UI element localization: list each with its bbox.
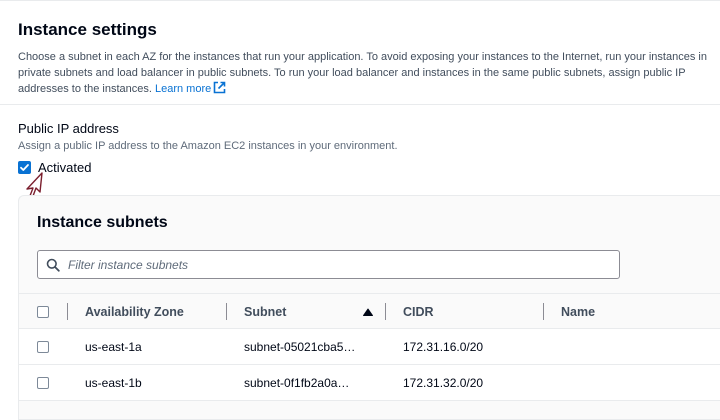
learn-more-label: Learn more	[154, 83, 212, 95]
select-all-cell	[37, 294, 49, 330]
instance-settings-panel: Instance settings Choose a subnet in eac…	[0, 0, 720, 420]
learn-more-link[interactable]: Learn more	[154, 81, 226, 95]
row-select-cell	[37, 365, 49, 401]
column-header-availability-zone[interactable]: Availability Zone	[85, 294, 184, 330]
column-header-name[interactable]: Name	[561, 294, 595, 330]
column-divider[interactable]	[543, 303, 544, 320]
section-header: Instance settings Choose a subnet in eac…	[0, 1, 720, 105]
select-all-checkbox[interactable]	[37, 306, 49, 318]
instance-subnets-container: Instance subnets Availability Zone Subne…	[18, 195, 720, 420]
subnets-table: Availability Zone Subnet CIDR Name us-ea…	[19, 293, 720, 401]
section-title: Instance settings	[18, 20, 157, 39]
column-divider[interactable]	[67, 303, 68, 320]
search-icon	[46, 258, 60, 272]
sort-ascending-icon[interactable]	[362, 306, 374, 318]
cell-cidr: 172.31.32.0/20	[403, 376, 484, 390]
table-header-row: Availability Zone Subnet CIDR Name	[19, 293, 720, 329]
filter-subnets-field[interactable]	[37, 250, 620, 279]
column-header-subnet[interactable]: Subnet	[244, 294, 286, 330]
table-row[interactable]: us-east-1b subnet-0f1fb2a0a… 172.31.32.0…	[19, 365, 720, 401]
external-link-icon	[213, 81, 226, 100]
cell-availability-zone: us-east-1a	[85, 340, 142, 354]
filter-subnets-input[interactable]	[66, 256, 586, 273]
cell-subnet: subnet-05021cba5…	[244, 340, 356, 354]
section-description: Choose a subnet in each AZ for the insta…	[18, 50, 708, 100]
row-checkbox[interactable]	[37, 341, 49, 353]
row-checkbox[interactable]	[37, 377, 49, 389]
cell-cidr: 172.31.16.0/20	[403, 340, 484, 354]
cell-availability-zone: us-east-1b	[85, 376, 142, 390]
public-ip-label: Public IP address	[18, 121, 119, 136]
column-divider[interactable]	[226, 303, 227, 320]
instance-subnets-title: Instance subnets	[37, 214, 168, 231]
row-select-cell	[37, 329, 49, 365]
column-header-cidr[interactable]: CIDR	[403, 294, 434, 330]
column-divider[interactable]	[385, 303, 386, 320]
public-ip-description: Assign a public IP address to the Amazon…	[18, 140, 398, 152]
table-row[interactable]: us-east-1a subnet-05021cba5… 172.31.16.0…	[19, 329, 720, 365]
section-description-text: Choose a subnet in each AZ for the insta…	[18, 51, 707, 95]
cell-subnet: subnet-0f1fb2a0a…	[244, 376, 350, 390]
